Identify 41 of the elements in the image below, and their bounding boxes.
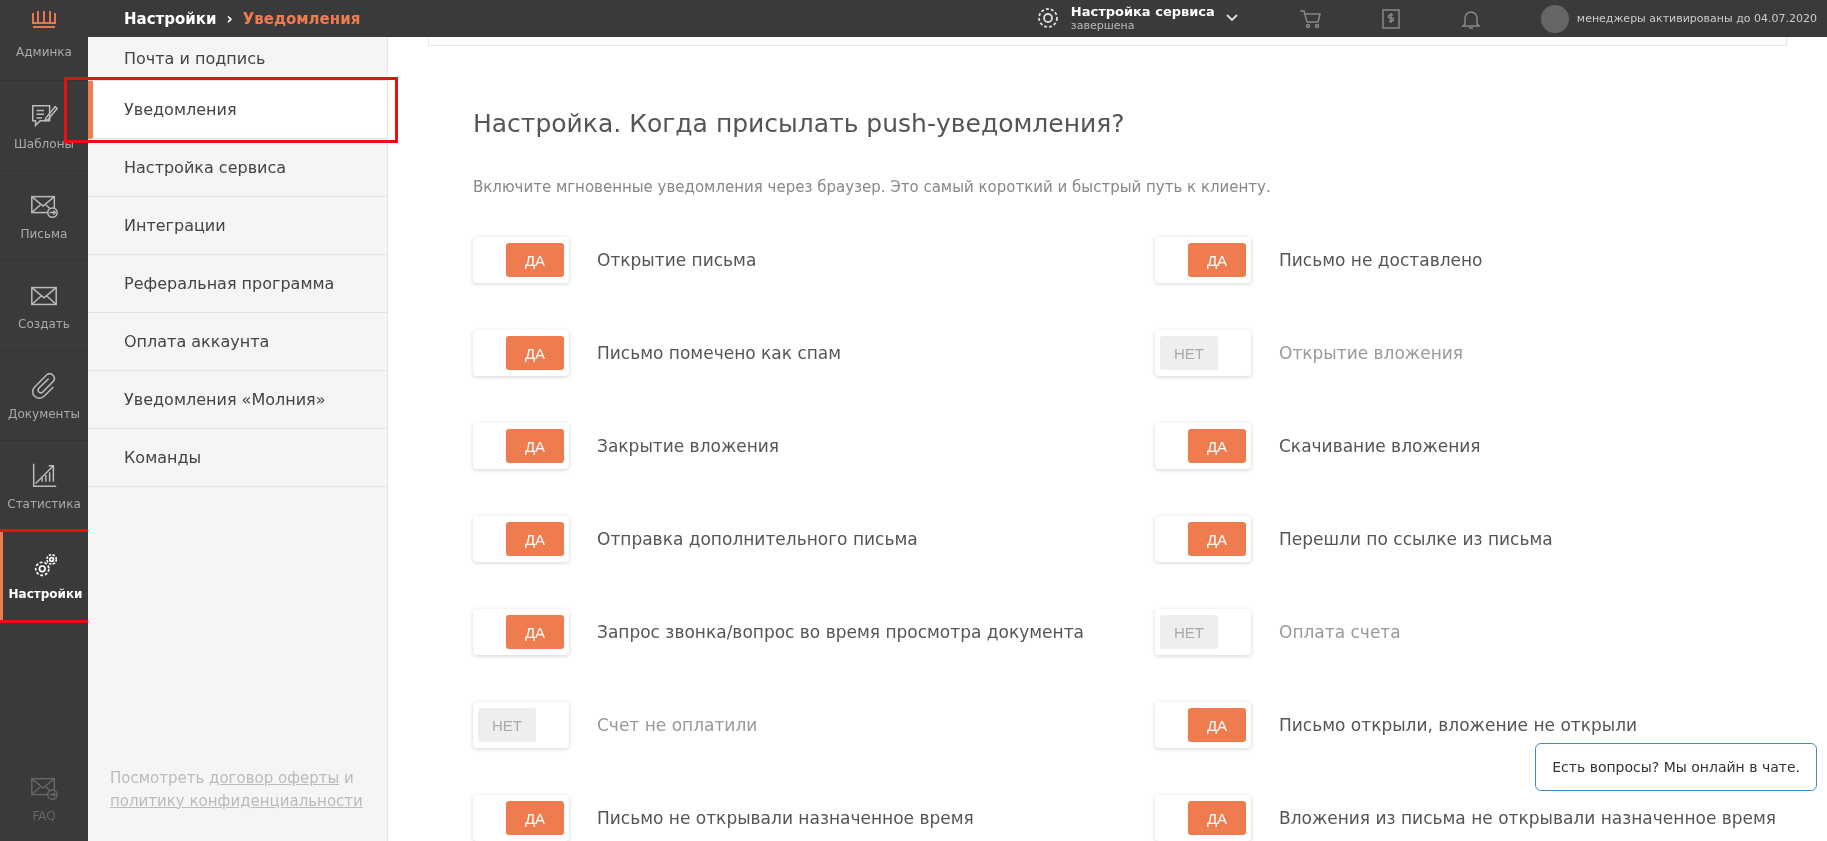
toggle-label: Письмо помечено как спам	[597, 343, 842, 363]
chevron-down-icon[interactable]	[1224, 13, 1239, 24]
toggle-label: Закрытие вложения	[597, 436, 780, 456]
toggle-switch[interactable]: ДА	[1155, 795, 1251, 841]
cart-icon[interactable]	[1298, 8, 1321, 29]
toggle-switch[interactable]: ДА	[1155, 237, 1251, 283]
toggle-label: Запрос звонка/вопрос во время просмотра документа	[597, 622, 1084, 642]
toggle-label: Открытие вложения	[1279, 343, 1464, 363]
dollar-document-icon[interactable]	[1380, 7, 1401, 30]
toggle-label: Письмо открыли, вложение не открыли	[1279, 715, 1638, 735]
toggle-switch[interactable]: ДА	[473, 423, 569, 469]
breadcrumb-separator: ›	[226, 9, 233, 28]
toggle-label: Письмо не доставлено	[1279, 250, 1483, 270]
toggle-label: Счет не оплатили	[597, 715, 758, 735]
toggle-label: Оплата счета	[1279, 622, 1401, 642]
submenu-item[interactable]: Уведомления	[88, 81, 387, 139]
toggle-label: Вложения из письма не открывали назначенное время	[1279, 808, 1777, 828]
toggle-switch[interactable]: ДА	[473, 795, 569, 841]
toggle-switch[interactable]: ДА	[473, 609, 569, 655]
page-title: Настройка. Когда присылать push-уведомления?	[473, 109, 1126, 138]
toggle-switch[interactable]: ДА	[473, 516, 569, 562]
chat-bubble[interactable]: Есть вопросы? Мы онлайн в чате.	[1535, 743, 1817, 791]
toggle-switch[interactable]: ДА	[473, 330, 569, 376]
page-subtitle: Включите мгновенные уведомления через браузер. Это самый короткий и быстрый путь к клиенту.	[473, 178, 1272, 196]
service-title: Настройка сервиса	[1070, 5, 1215, 20]
toggle-label: Перешли по ссылке из письма	[1279, 529, 1553, 549]
toggle-switch[interactable]: ДА	[1155, 516, 1251, 562]
toggle-label: Открытие письма	[597, 250, 757, 270]
account-note: менеджеры активированы до 04.07.2020	[1576, 12, 1817, 25]
service-status: завершена	[1070, 19, 1135, 32]
toggle-switch[interactable]: ДА	[1155, 423, 1251, 469]
breadcrumb-link[interactable]: Настройки	[124, 9, 217, 28]
toggle-label: Скачивание вложения	[1279, 436, 1481, 456]
breadcrumb-current: Уведомления	[242, 9, 361, 28]
toggle-label: Письмо не открывали назначенное время	[597, 808, 974, 828]
toggle-switch[interactable]: ДА	[473, 237, 569, 283]
avatar[interactable]	[1540, 4, 1569, 33]
toggle-switch[interactable]: ДА	[1155, 702, 1251, 748]
legal-note: Посмотреть договор оферты и политику конфиденциальности	[109, 767, 364, 812]
toggle-label: Отправка дополнительного письма	[597, 529, 918, 549]
logo-icon[interactable]	[30, 8, 58, 29]
